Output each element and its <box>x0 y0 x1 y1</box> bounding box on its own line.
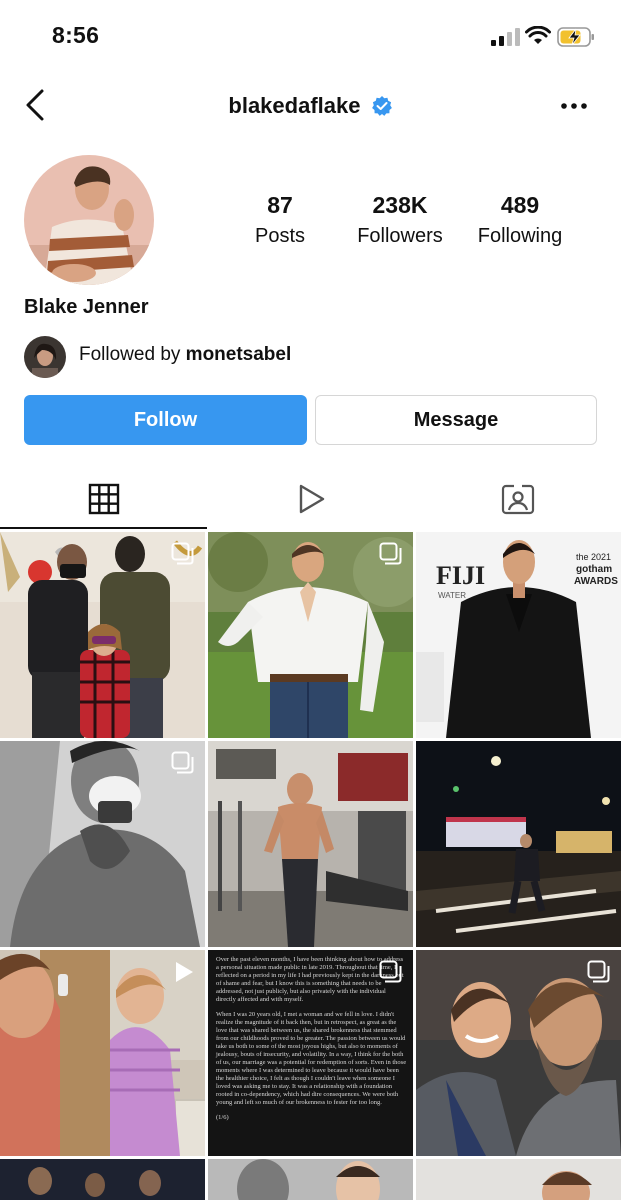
video-play-icon <box>176 962 193 982</box>
following-label: Following <box>477 225 563 247</box>
grid-icon <box>88 483 119 515</box>
wifi-icon <box>525 26 551 44</box>
status-time: 8:56 <box>52 22 100 48</box>
posts-label: Posts <box>254 225 306 247</box>
cellular-signal-icon <box>491 28 520 46</box>
followers-count: 238K <box>372 192 428 218</box>
posts-count: 87 <box>267 192 293 218</box>
post-tile-1[interactable] <box>0 532 205 738</box>
message-button[interactable]: Message <box>315 395 597 445</box>
stat-following[interactable]: 489 Following <box>465 192 575 248</box>
profile-avatar[interactable] <box>24 155 154 285</box>
follower-avatar <box>24 336 66 378</box>
carousel-icon <box>171 542 194 565</box>
status-bar: 8:56 <box>0 0 621 72</box>
post-image <box>208 741 413 947</box>
sign-water-text: WATER <box>438 591 466 600</box>
selected-tab-indicator <box>0 527 207 529</box>
carousel-icon <box>171 751 194 774</box>
tab-posts-grid[interactable] <box>0 470 207 528</box>
post-tile-7[interactable] <box>0 950 205 1156</box>
tagged-person-icon <box>501 484 534 515</box>
following-count: 489 <box>500 192 540 218</box>
post-tile-12[interactable] <box>416 1159 621 1200</box>
battery-charging-icon <box>557 27 594 47</box>
post-tile-10[interactable] <box>0 1159 205 1200</box>
carousel-icon <box>379 960 402 983</box>
statement-paragraph-2: When I was 20 years old, I met a woman a… <box>216 1011 407 1106</box>
post-image <box>208 1159 413 1200</box>
post-tile-8[interactable]: Over the past eleven months, I have been… <box>208 950 413 1156</box>
stat-posts[interactable]: 87 Posts <box>240 192 320 248</box>
sign-fiji-text: FIJI <box>436 561 485 590</box>
profile-header: blakedaflake <box>0 80 621 130</box>
tab-tagged[interactable] <box>414 470 621 528</box>
post-tile-11[interactable] <box>208 1159 413 1200</box>
post-image <box>416 741 621 947</box>
stat-followers[interactable]: 238K Followers <box>345 192 455 248</box>
post-tile-4[interactable] <box>0 741 205 947</box>
sign-gotham-text: gotham <box>576 564 612 575</box>
post-tile-2[interactable] <box>208 532 413 738</box>
statement-page-count: (1/6) <box>216 1114 229 1121</box>
verified-badge-icon <box>371 96 392 117</box>
followed-by-prefix: Followed by <box>79 344 181 365</box>
sign-year-text: the 2021 <box>576 552 611 562</box>
tab-reels[interactable] <box>207 470 414 528</box>
display-name: Blake Jenner <box>24 296 149 318</box>
post-image <box>416 1159 621 1200</box>
sign-awards-text: AWARDS <box>574 576 618 587</box>
carousel-icon <box>587 960 610 983</box>
carousel-icon <box>379 542 402 565</box>
post-image <box>0 1159 205 1200</box>
followers-label: Followers <box>357 225 443 247</box>
post-tile-6[interactable] <box>416 741 621 947</box>
followed-by-username[interactable]: monetsabel <box>186 344 292 365</box>
post-tile-3[interactable]: FIJI WATER the 2021 gotham AWARDS <box>416 532 621 738</box>
header-title: blakedaflake <box>0 92 621 119</box>
post-tile-9[interactable] <box>416 950 621 1156</box>
reels-play-icon <box>299 484 324 514</box>
followed-by-text: Followed by monetsabel <box>79 344 291 366</box>
more-options-icon[interactable] <box>560 102 588 110</box>
username-title: blakedaflake <box>228 93 361 119</box>
post-tile-5[interactable] <box>208 741 413 947</box>
post-image: FIJI WATER the 2021 gotham AWARDS <box>416 532 621 738</box>
follow-button[interactable]: Follow <box>24 395 307 445</box>
